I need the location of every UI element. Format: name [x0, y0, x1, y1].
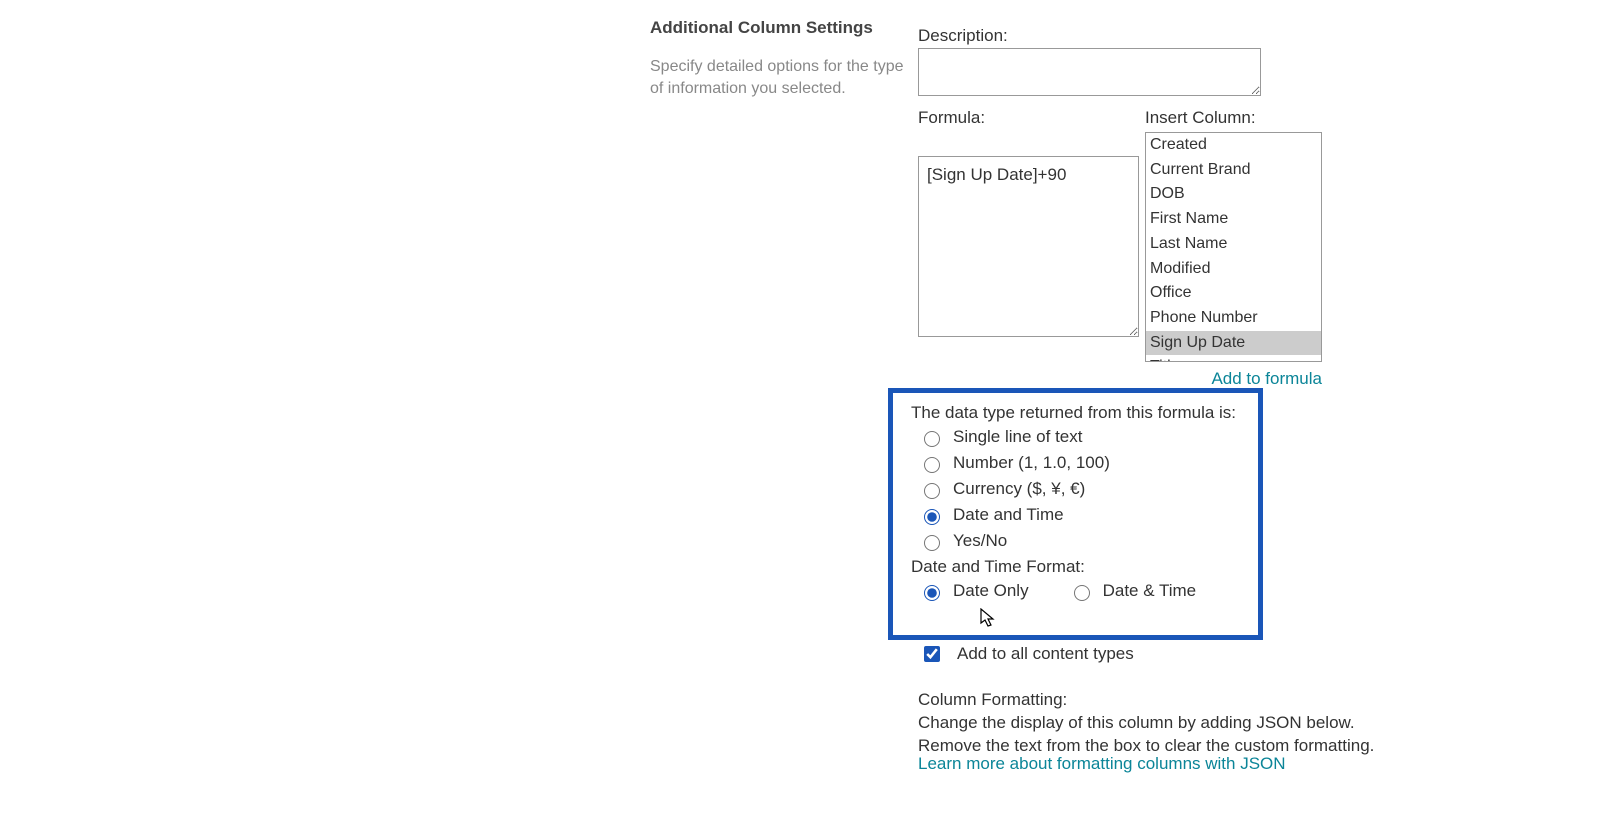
data-type-yesno-radio[interactable]	[924, 535, 940, 551]
data-type-text-radio[interactable]	[924, 431, 940, 447]
add-content-types-checkbox[interactable]	[924, 646, 940, 662]
date-format-label: Date and Time Format:	[911, 557, 1240, 577]
insert-column-option[interactable]: DOB	[1146, 182, 1321, 207]
formula-label: Formula:	[918, 108, 985, 128]
description-label: Description:	[918, 26, 1008, 46]
insert-column-option[interactable]: Office	[1146, 281, 1321, 306]
data-type-yesno-label: Yes/No	[953, 531, 1007, 551]
insert-column-option[interactable]: First Name	[1146, 207, 1321, 232]
description-input[interactable]	[918, 48, 1261, 96]
insert-column-option[interactable]: Sign Up Date	[1146, 331, 1321, 356]
date-time-label: Date & Time	[1103, 581, 1197, 601]
date-only-label: Date Only	[953, 581, 1029, 601]
data-type-group: The data type returned from this formula…	[888, 388, 1263, 640]
data-type-currency-label: Currency ($, ¥, €)	[953, 479, 1085, 499]
data-type-currency-radio[interactable]	[924, 483, 940, 499]
add-content-types-label: Add to all content types	[957, 644, 1134, 664]
date-time-radio[interactable]	[1074, 585, 1090, 601]
data-type-number-label: Number (1, 1.0, 100)	[953, 453, 1110, 473]
date-only-radio[interactable]	[924, 585, 940, 601]
data-type-datetime-label: Date and Time	[953, 505, 1064, 525]
section-help-text: Specify detailed options for the type of…	[650, 56, 905, 99]
insert-column-option[interactable]: Phone Number	[1146, 306, 1321, 331]
insert-column-option[interactable]: Modified	[1146, 257, 1321, 282]
column-formatting-desc: Change the display of this column by add…	[918, 712, 1378, 758]
section-title: Additional Column Settings	[650, 18, 873, 38]
data-type-label: The data type returned from this formula…	[911, 403, 1240, 423]
insert-column-option[interactable]: Last Name	[1146, 232, 1321, 257]
data-type-number-radio[interactable]	[924, 457, 940, 473]
insert-column-listbox[interactable]: CreatedCurrent BrandDOBFirst NameLast Na…	[1145, 132, 1322, 362]
insert-column-option[interactable]: Title	[1146, 355, 1321, 362]
formula-input[interactable]	[918, 156, 1139, 337]
learn-more-link[interactable]: Learn more about formatting columns with…	[918, 754, 1286, 774]
data-type-datetime-radio[interactable]	[924, 509, 940, 525]
insert-column-label: Insert Column:	[1145, 108, 1256, 128]
add-to-formula-link[interactable]: Add to formula	[1145, 369, 1322, 389]
insert-column-option[interactable]: Created	[1146, 133, 1321, 158]
insert-column-option[interactable]: Current Brand	[1146, 158, 1321, 183]
data-type-text-label: Single line of text	[953, 427, 1082, 447]
column-formatting-label: Column Formatting:	[918, 690, 1067, 710]
